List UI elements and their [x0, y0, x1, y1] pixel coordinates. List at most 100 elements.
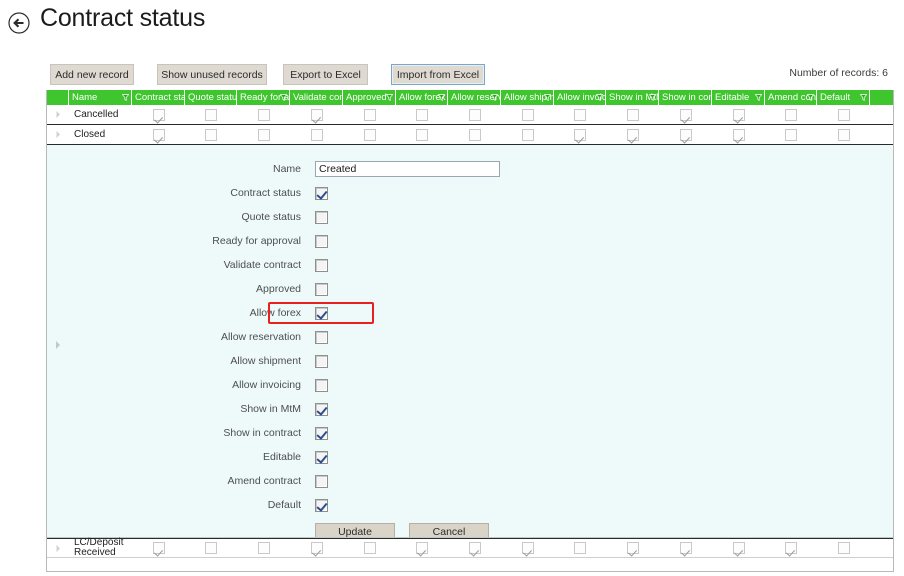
grid-column-header-allow-shipment[interactable]: Allow shipment — [501, 90, 554, 105]
form-checkbox-quote-status[interactable] — [315, 210, 328, 224]
grid-checkbox[interactable] — [626, 108, 639, 121]
form-checkbox-default[interactable] — [315, 498, 328, 512]
grid-checkbox[interactable] — [574, 128, 586, 141]
grid-checkbox[interactable] — [837, 128, 850, 141]
form-checkbox-show-in-contract[interactable] — [315, 426, 328, 440]
grid-checkbox[interactable] — [732, 108, 745, 121]
grid-checkbox[interactable] — [257, 128, 270, 141]
grid-column-header-approved[interactable]: Approved — [343, 90, 396, 105]
grid-checkbox[interactable] — [626, 128, 639, 141]
grid-checkbox[interactable] — [363, 542, 376, 554]
row-name-text: LC/Deposit Received — [74, 538, 123, 558]
grid-checkbox[interactable] — [416, 542, 428, 554]
grid-checkbox[interactable] — [363, 128, 376, 141]
toolbar-button-show-unused-records[interactable]: Show unused records — [157, 64, 267, 85]
form-checkbox-ready-for-approval[interactable] — [315, 234, 328, 248]
row-expander-icon[interactable] — [47, 105, 69, 124]
form-checkbox-approved[interactable] — [315, 282, 328, 296]
grid-checkbox[interactable] — [521, 108, 534, 121]
grid-column-header-amend-contract[interactable]: Amend contract — [765, 90, 817, 105]
grid-checkbox[interactable] — [205, 542, 217, 554]
filter-funnel-icon[interactable] — [280, 94, 287, 101]
filter-funnel-icon[interactable] — [544, 94, 551, 101]
grid-checkbox[interactable] — [205, 108, 217, 121]
grid-checkbox[interactable] — [785, 128, 797, 141]
grid-column-header-quote-status[interactable]: Quote status — [185, 90, 237, 105]
grid-column-header-allow-forex[interactable]: Allow forex — [396, 90, 448, 105]
grid-checkbox[interactable] — [679, 128, 692, 141]
grid-checkbox[interactable] — [732, 128, 745, 141]
filter-funnel-icon[interactable] — [860, 94, 867, 101]
grid-checkbox[interactable] — [416, 108, 428, 121]
grid-column-header-default[interactable]: Default — [817, 90, 870, 105]
grid-checkbox[interactable] — [785, 108, 797, 121]
form-checkbox-amend-contract[interactable] — [315, 474, 328, 488]
table-row[interactable]: Cancelled — [47, 105, 893, 125]
grid-column-header-name[interactable]: Name — [69, 90, 132, 105]
form-checkbox-allow-forex[interactable] — [315, 306, 328, 320]
filter-funnel-icon[interactable] — [386, 94, 393, 101]
form-label-allow-invoicing: Allow invoicing — [232, 379, 301, 391]
grid-checkbox[interactable] — [205, 128, 217, 141]
grid-column-header-ready-for-approval[interactable]: Ready for approval — [237, 90, 290, 105]
back-arrow-icon[interactable] — [8, 12, 30, 34]
grid-checkbox[interactable] — [257, 542, 270, 554]
grid-checkbox[interactable] — [363, 108, 376, 121]
form-checkbox-allow-invoicing[interactable] — [315, 378, 328, 392]
filter-funnel-icon[interactable] — [807, 94, 814, 101]
filter-funnel-icon[interactable] — [438, 94, 445, 101]
filter-funnel-icon[interactable] — [491, 94, 498, 101]
form-checkbox-show-in-mtm[interactable] — [315, 402, 328, 416]
grid-checkbox[interactable] — [679, 108, 692, 121]
toolbar-button-import-from-excel[interactable]: Import from Excel — [391, 64, 485, 85]
grid-column-header-contract-status[interactable]: Contract status — [132, 90, 185, 105]
grid-checkbox[interactable] — [732, 542, 745, 554]
form-row-allow-forex: Allow forex — [47, 301, 547, 325]
grid-checkbox[interactable] — [626, 542, 639, 554]
row-expander-icon[interactable] — [47, 539, 69, 557]
grid-checkbox[interactable] — [574, 542, 586, 554]
update-button[interactable]: Update — [315, 522, 395, 537]
form-checkbox-allow-reservation[interactable] — [315, 330, 328, 344]
grid-checkbox[interactable] — [310, 108, 323, 121]
grid-checkbox[interactable] — [152, 542, 165, 554]
grid-column-header-col-0[interactable] — [47, 90, 69, 105]
table-row[interactable]: Closed — [47, 125, 893, 145]
grid-column-header-allow-reservation[interactable]: Allow reservation — [448, 90, 501, 105]
grid-checkbox[interactable] — [310, 128, 323, 141]
grid-column-header-editable[interactable]: Editable — [712, 90, 765, 105]
table-row[interactable]: LC/Deposit Received — [47, 538, 893, 558]
grid-checkbox[interactable] — [416, 128, 428, 141]
grid-checkbox[interactable] — [152, 108, 165, 121]
name-input[interactable] — [315, 161, 500, 177]
grid-checkbox[interactable] — [679, 542, 692, 554]
grid-column-header-validate-contract[interactable]: Validate contract — [290, 90, 343, 105]
row-expander-icon[interactable] — [47, 125, 69, 144]
grid-checkbox[interactable] — [574, 108, 586, 121]
toolbar-button-export-to-excel[interactable]: Export to Excel — [283, 64, 368, 85]
toolbar-button-add-new-record[interactable]: Add new record — [50, 64, 134, 85]
grid-checkbox[interactable] — [310, 542, 323, 554]
grid-checkbox[interactable] — [468, 128, 481, 141]
grid-column-header-show-in-mtm[interactable]: Show in MtM — [606, 90, 659, 105]
grid-column-header-show-in-contract[interactable]: Show in contract — [659, 90, 712, 105]
cancel-button[interactable]: Cancel — [409, 522, 489, 537]
form-checkbox-contract-status[interactable] — [315, 186, 328, 200]
grid-checkbox[interactable] — [785, 542, 797, 554]
form-checkbox-editable[interactable] — [315, 450, 328, 464]
filter-funnel-icon[interactable] — [122, 94, 129, 101]
form-checkbox-allow-shipment[interactable] — [315, 354, 328, 368]
grid-checkbox[interactable] — [257, 108, 270, 121]
grid-checkbox[interactable] — [837, 108, 850, 121]
filter-funnel-icon[interactable] — [596, 94, 603, 101]
grid-column-header-allow-invoicing[interactable]: Allow invoicing — [554, 90, 606, 105]
form-checkbox-validate-contract[interactable] — [315, 258, 328, 272]
grid-checkbox[interactable] — [152, 128, 165, 141]
grid-checkbox[interactable] — [468, 542, 481, 554]
grid-checkbox[interactable] — [521, 128, 534, 141]
filter-funnel-icon[interactable] — [649, 94, 656, 101]
grid-checkbox[interactable] — [837, 542, 850, 554]
grid-checkbox[interactable] — [468, 108, 481, 121]
filter-funnel-icon[interactable] — [755, 94, 762, 101]
grid-checkbox[interactable] — [521, 542, 534, 554]
